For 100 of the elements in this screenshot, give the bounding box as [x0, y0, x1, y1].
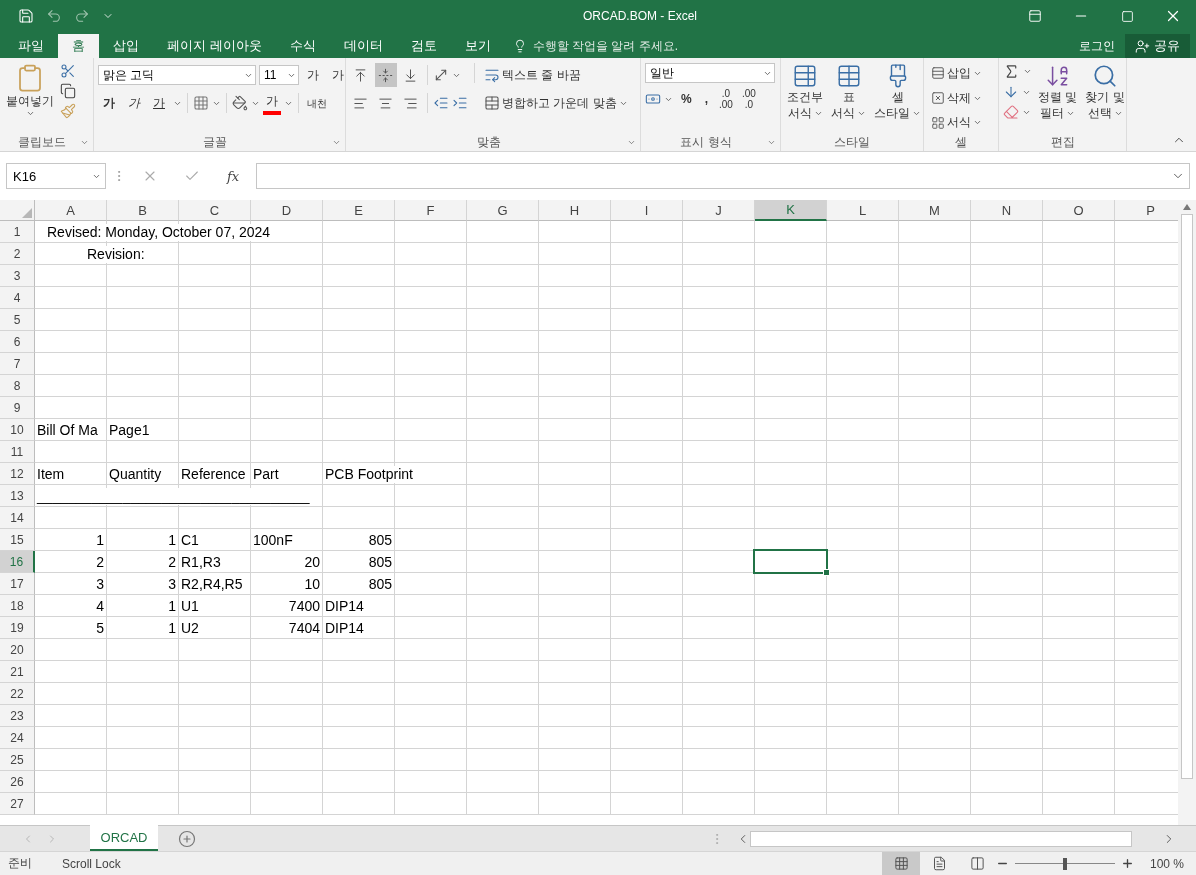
- add-sheet-icon[interactable]: [178, 829, 196, 848]
- underline-button[interactable]: 가: [148, 91, 170, 115]
- row-header[interactable]: 23: [0, 705, 35, 727]
- fill-down-icon[interactable]: [1003, 84, 1019, 100]
- font-size-field[interactable]: 11: [259, 65, 299, 85]
- normal-view-icon[interactable]: [893, 856, 909, 871]
- ribbon-tab[interactable]: 페이지 레이아웃: [153, 34, 276, 58]
- row-header[interactable]: 17: [0, 573, 35, 595]
- row-header[interactable]: 4: [0, 287, 35, 309]
- sheet-tab[interactable]: ORCAD: [90, 825, 158, 851]
- cells-button[interactable]: 삽입: [928, 63, 985, 84]
- row-header[interactable]: 26: [0, 771, 35, 793]
- row-header[interactable]: 1: [0, 221, 35, 243]
- column-header[interactable]: G: [467, 200, 539, 221]
- column-header[interactable]: P: [1115, 200, 1178, 221]
- tell-me-field[interactable]: 수행할 작업을 알려 주세요.: [530, 38, 735, 54]
- ribbon-tab[interactable]: 데이터: [329, 34, 397, 58]
- eraser-icon[interactable]: [1003, 104, 1019, 120]
- column-header[interactable]: I: [611, 200, 683, 221]
- zoom-thumb[interactable]: [1063, 857, 1067, 870]
- merge-cells-icon[interactable]: [484, 95, 500, 111]
- cells-button[interactable]: 삭제: [928, 87, 985, 109]
- column-header[interactable]: A: [35, 200, 107, 221]
- row-header[interactable]: 20: [0, 639, 35, 661]
- row-header[interactable]: 22: [0, 683, 35, 705]
- cells-button[interactable]: 서식: [928, 112, 985, 133]
- phonetic-button[interactable]: 내천: [304, 91, 330, 115]
- zoom-level[interactable]: 100 %: [1138, 856, 1196, 871]
- scroll-up-icon[interactable]: [1182, 202, 1192, 212]
- border-icon[interactable]: [193, 95, 209, 111]
- row-header[interactable]: 8: [0, 375, 35, 397]
- bold-button[interactable]: 가: [98, 91, 120, 115]
- name-box[interactable]: K16: [6, 163, 106, 189]
- table-rules-icon[interactable]: [792, 63, 818, 89]
- column-header[interactable]: M: [899, 200, 971, 221]
- ribbon-tab[interactable]: 삽입: [99, 34, 153, 58]
- scissors-icon[interactable]: [60, 63, 76, 79]
- rows-icon[interactable]: [931, 66, 945, 81]
- grow-font-button[interactable]: 가: [302, 63, 324, 87]
- indent-decrease-icon[interactable]: [433, 95, 449, 111]
- undo-icon[interactable]: [46, 8, 62, 24]
- scroll-thumb[interactable]: [750, 830, 1132, 847]
- row-header[interactable]: 12: [0, 463, 35, 485]
- wrap-text-icon[interactable]: [484, 67, 500, 83]
- row-header[interactable]: 5: [0, 309, 35, 331]
- user-plus-icon[interactable]: [1135, 38, 1150, 54]
- ribbon-tab[interactable]: 검토: [396, 34, 451, 58]
- ribbon-tab[interactable]: 수식: [275, 34, 330, 58]
- merge-center-button[interactable]: 병합하고 가운데 맞춤: [481, 91, 631, 115]
- ribbon-tab[interactable]: 보기: [450, 34, 505, 58]
- page-layout-icon[interactable]: [931, 856, 947, 871]
- insert-function-button[interactable]: fx: [216, 167, 250, 185]
- row-header[interactable]: 13: [0, 485, 35, 507]
- row-header[interactable]: 16: [0, 551, 35, 573]
- row-header[interactable]: 7: [0, 353, 35, 375]
- scroll-thumb[interactable]: [1181, 214, 1193, 779]
- zoom-in-icon[interactable]: [1121, 857, 1134, 870]
- decrease-decimal-button[interactable]: .00 .0: [738, 87, 759, 111]
- copy-icon[interactable]: [60, 83, 76, 99]
- column-header[interactable]: J: [683, 200, 755, 221]
- row-header[interactable]: 27: [0, 793, 35, 815]
- sign-in-button[interactable]: 로그인: [1069, 34, 1125, 58]
- orientation-icon[interactable]: [433, 67, 449, 83]
- ribbon-tab[interactable]: 파일: [4, 34, 58, 58]
- delete-cells-icon[interactable]: [931, 91, 945, 105]
- currency-icon[interactable]: [645, 91, 661, 107]
- column-header[interactable]: N: [971, 200, 1043, 221]
- save-icon[interactable]: [18, 8, 34, 24]
- indent-increase-icon[interactable]: [452, 95, 468, 111]
- row-header[interactable]: 9: [0, 397, 35, 419]
- share-button[interactable]: 공유: [1125, 34, 1190, 58]
- column-header[interactable]: K: [755, 200, 827, 221]
- column-header[interactable]: H: [539, 200, 611, 221]
- column-header[interactable]: E: [323, 200, 395, 221]
- font-field[interactable]: 맑은 고딕: [98, 65, 256, 85]
- ribbon-tab[interactable]: 홈: [58, 34, 99, 58]
- row-header[interactable]: 11: [0, 441, 35, 463]
- column-header[interactable]: D: [251, 200, 323, 221]
- comma-button[interactable]: ,: [699, 87, 713, 111]
- formula-field[interactable]: [256, 163, 1190, 189]
- column-header[interactable]: C: [179, 200, 251, 221]
- shrink-font-button[interactable]: 가: [327, 63, 349, 87]
- wrap-text-button[interactable]: 텍스트 줄 바꿈: [481, 63, 631, 87]
- italic-button[interactable]: 가: [123, 91, 145, 115]
- column-header[interactable]: F: [395, 200, 467, 221]
- page-break-icon[interactable]: [969, 856, 985, 871]
- search-icon[interactable]: [1092, 63, 1118, 89]
- view-button[interactable]: [882, 852, 920, 875]
- percent-button[interactable]: %: [676, 87, 697, 111]
- redo-icon[interactable]: [74, 8, 90, 24]
- style-button[interactable]: 표 서식: [829, 63, 868, 131]
- column-header[interactable]: B: [107, 200, 179, 221]
- row-header[interactable]: 18: [0, 595, 35, 617]
- sort-filter-button[interactable]: 정렬 및 필터: [1036, 63, 1080, 131]
- row-header[interactable]: 6: [0, 331, 35, 353]
- ribbon-display-icon[interactable]: [1028, 9, 1042, 23]
- style-button[interactable]: 셀 스타일: [872, 63, 923, 131]
- increase-decimal-button[interactable]: .0 .00: [716, 87, 736, 111]
- paste-button[interactable]: 붙여넣기: [4, 63, 56, 131]
- fill-color-icon[interactable]: [232, 95, 248, 111]
